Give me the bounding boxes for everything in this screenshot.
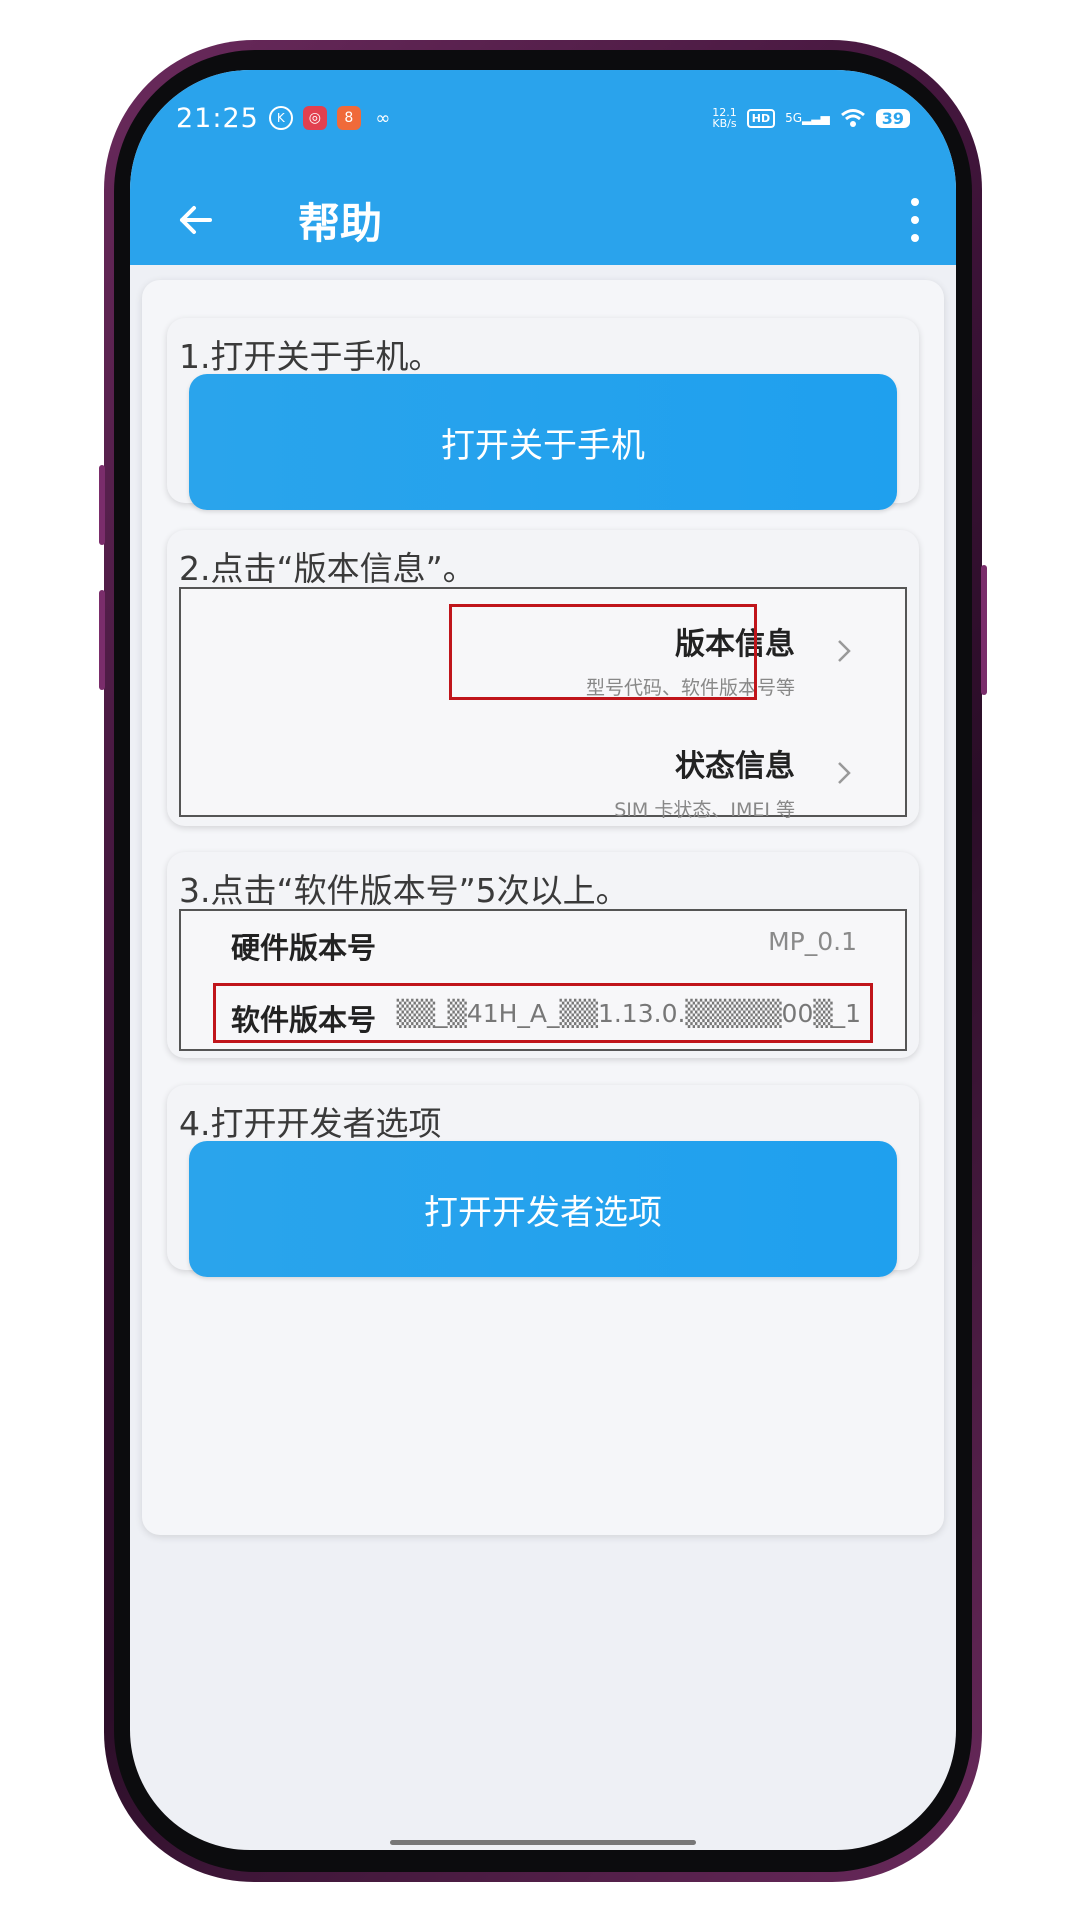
software-version-highlight: [213, 983, 873, 1043]
gesture-bar: [390, 1840, 696, 1845]
step-1-text: 1.打开关于手机。: [179, 337, 442, 376]
target-app-icon: ◎: [302, 106, 327, 130]
chevron-right-icon: [838, 640, 851, 662]
net-speed: 12.1 KB/s: [712, 107, 737, 129]
version-screenshot: 硬件版本号 MP_0.1 软件版本号 ▒▒_▒41H_A_▒▒1.13.0.▒▒…: [179, 909, 907, 1051]
status-right: 12.1 KB/s HD 5G▂▃▅ 39: [712, 107, 910, 129]
page-title: 帮助: [298, 199, 383, 248]
step-4-text: 4.打开开发者选项: [179, 1104, 442, 1143]
volume-up-button: [99, 465, 105, 545]
wifi-icon: [840, 109, 865, 127]
net-speed-unit: KB/s: [712, 117, 737, 130]
k-app-icon: K: [268, 106, 293, 130]
more-menu-icon[interactable]: [910, 198, 920, 242]
step-3-text: 3.点击“软件版本号”5次以上。: [179, 871, 629, 910]
version-info-highlight: [449, 604, 757, 700]
hd-icon: HD: [746, 108, 776, 128]
status-info-subtitle: SIM 卡状态、IMEI 等: [614, 799, 795, 821]
power-button: [981, 565, 987, 695]
network-icon: 5G▂▃▅: [785, 111, 830, 125]
hardware-version-value: MP_0.1: [768, 927, 857, 956]
help-content: 1.打开关于手机。 打开关于手机 2.点击“版本信息”。 版本信息 型号代码、软…: [142, 280, 944, 1535]
about-phone-screenshot: 版本信息 型号代码、软件版本号等 状态信息 SIM 卡状态、IMEI 等: [179, 587, 907, 821]
status-info-title: 状态信息: [675, 749, 795, 784]
status-info-item: 状态信息 SIM 卡状态、IMEI 等: [614, 741, 795, 822]
step-2-card: 2.点击“版本信息”。 版本信息 型号代码、软件版本号等 状态信息 SIM 卡状…: [167, 530, 919, 826]
step-4-card: 4.打开开发者选项 打开开发者选项: [167, 1085, 919, 1277]
hardware-version-label: 硬件版本号: [231, 931, 377, 965]
shop-app-icon: 8: [336, 106, 361, 130]
step-1-card: 1.打开关于手机。 打开关于手机: [167, 318, 919, 510]
app-bar: 21:25 K ◎ 8 ∞ 12.1 KB/s HD 5G▂▃▅ 39 帮助: [130, 70, 956, 265]
open-about-phone-button[interactable]: 打开关于手机: [189, 374, 897, 510]
chevron-right-icon: [838, 762, 851, 784]
step-2-text: 2.点击“版本信息”。: [179, 549, 476, 588]
back-arrow-icon[interactable]: [176, 200, 216, 240]
volume-down-button: [99, 590, 105, 690]
status-bar: 21:25 K ◎ 8 ∞ 12.1 KB/s HD 5G▂▃▅ 39: [176, 98, 910, 138]
open-developer-options-button[interactable]: 打开开发者选项: [189, 1141, 897, 1277]
battery-icon: 39: [875, 108, 910, 128]
network-label: 5G: [785, 111, 803, 125]
status-time: 21:25: [176, 102, 259, 134]
loop-app-icon: ∞: [375, 107, 391, 129]
step-3-card: 3.点击“软件版本号”5次以上。 硬件版本号 MP_0.1 软件版本号 ▒▒_▒…: [167, 852, 919, 1058]
screen: 21:25 K ◎ 8 ∞ 12.1 KB/s HD 5G▂▃▅ 39 帮助 1…: [130, 70, 956, 1850]
